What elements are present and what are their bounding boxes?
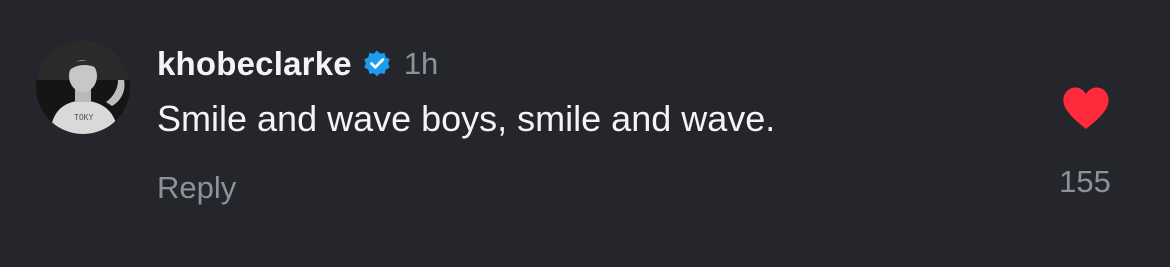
avatar[interactable]: TOKY bbox=[36, 40, 130, 134]
timestamp: 1h bbox=[403, 46, 439, 81]
like-button[interactable] bbox=[1061, 85, 1111, 131]
like-count: 155 bbox=[1059, 164, 1111, 199]
svg-text:TOKY: TOKY bbox=[74, 113, 93, 122]
username[interactable]: khobeclarke bbox=[157, 45, 352, 83]
comment-row: TOKY khobeclarke 1h Smile and wave boys,… bbox=[0, 0, 1170, 267]
avatar-photo: TOKY bbox=[36, 40, 130, 134]
reply-button[interactable]: Reply bbox=[157, 170, 236, 206]
heart-icon bbox=[1063, 87, 1109, 129]
comment-text: Smile and wave boys, smile and wave. bbox=[157, 98, 776, 139]
comment-header: khobeclarke 1h bbox=[157, 40, 438, 88]
verified-badge-icon bbox=[362, 49, 392, 79]
